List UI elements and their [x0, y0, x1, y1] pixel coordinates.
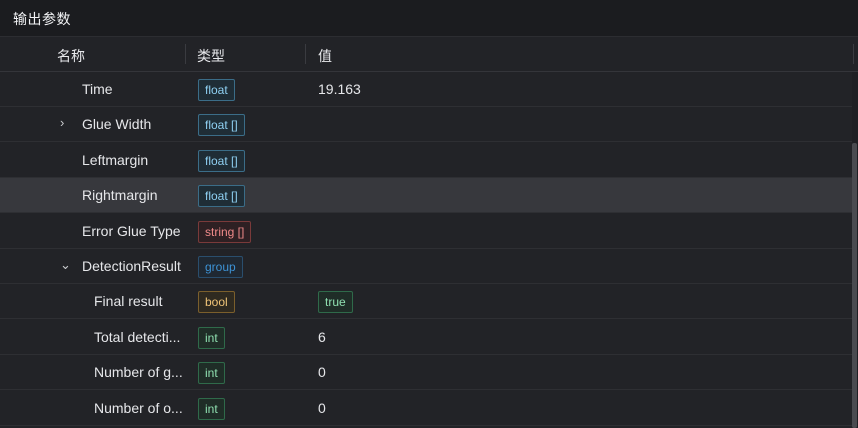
parameter-value: 0 — [318, 364, 326, 380]
table-row[interactable]: Rightmargin float [] — [0, 178, 852, 213]
parameter-name: Glue Width — [82, 116, 152, 132]
parameter-name: Final result — [94, 293, 163, 309]
parameter-name: Total detecti... — [94, 329, 181, 345]
column-header-value[interactable]: 值 — [318, 46, 332, 66]
value-badge: true — [318, 291, 353, 313]
column-resizer[interactable] — [305, 44, 306, 64]
parameter-value: 0 — [318, 400, 326, 416]
table-row[interactable]: Number of o... int 0 — [0, 391, 852, 426]
column-resizer[interactable] — [853, 44, 854, 64]
type-badge: float [] — [198, 114, 245, 136]
type-badge: float [] — [198, 185, 245, 207]
parameter-table-body: Time float 19.163 › Glue Width float [] Leftma… — [0, 78, 858, 428]
column-header-name[interactable]: 名称 — [57, 46, 85, 66]
table-header: 名称 类型 值 — [0, 37, 858, 72]
parameter-name: Number of o... — [94, 400, 183, 416]
type-badge: int — [198, 362, 225, 384]
table-row[interactable]: Final result bool true — [0, 284, 852, 319]
column-header-type[interactable]: 类型 — [197, 46, 225, 66]
type-badge: string [] — [198, 221, 252, 243]
table-row[interactable]: Number of g... int 0 — [0, 355, 852, 390]
type-badge: float [] — [198, 150, 245, 172]
parameter-name: Leftmargin — [82, 152, 149, 168]
chevron-down-icon[interactable]: ⌄ — [60, 257, 74, 273]
parameter-name: Time — [82, 81, 113, 97]
table-row[interactable]: Time float 19.163 — [0, 72, 852, 107]
table-row[interactable]: Total detecti... int 6 — [0, 320, 852, 355]
table-row[interactable]: Error Glue Type string [] — [0, 214, 852, 249]
parameter-name: Rightmargin — [82, 187, 158, 203]
type-badge: int — [198, 327, 225, 349]
parameter-name: Error Glue Type — [82, 223, 181, 239]
scrollbar-thumb[interactable] — [852, 143, 857, 428]
panel-header: 输出参数 — [0, 0, 858, 37]
chevron-right-icon[interactable]: › — [60, 115, 74, 131]
table-row[interactable]: ⌄ DetectionResult group — [0, 249, 852, 284]
output-parameters-panel: 输出参数 名称 类型 值 Time float 19.163 › Glue Width f… — [0, 0, 858, 428]
parameter-value: 6 — [318, 329, 326, 345]
parameter-name: DetectionResult — [82, 258, 181, 274]
type-badge: group — [198, 256, 243, 278]
table-row[interactable]: › Glue Width float [] — [0, 107, 852, 142]
type-badge: float — [198, 79, 235, 101]
table-row[interactable]: Leftmargin float [] — [0, 143, 852, 178]
column-resizer[interactable] — [185, 44, 186, 64]
parameter-value: 19.163 — [318, 81, 361, 97]
panel-title: 输出参数 — [13, 11, 71, 27]
type-badge: bool — [198, 291, 235, 313]
parameter-name: Number of g... — [94, 364, 183, 380]
type-badge: int — [198, 398, 225, 420]
